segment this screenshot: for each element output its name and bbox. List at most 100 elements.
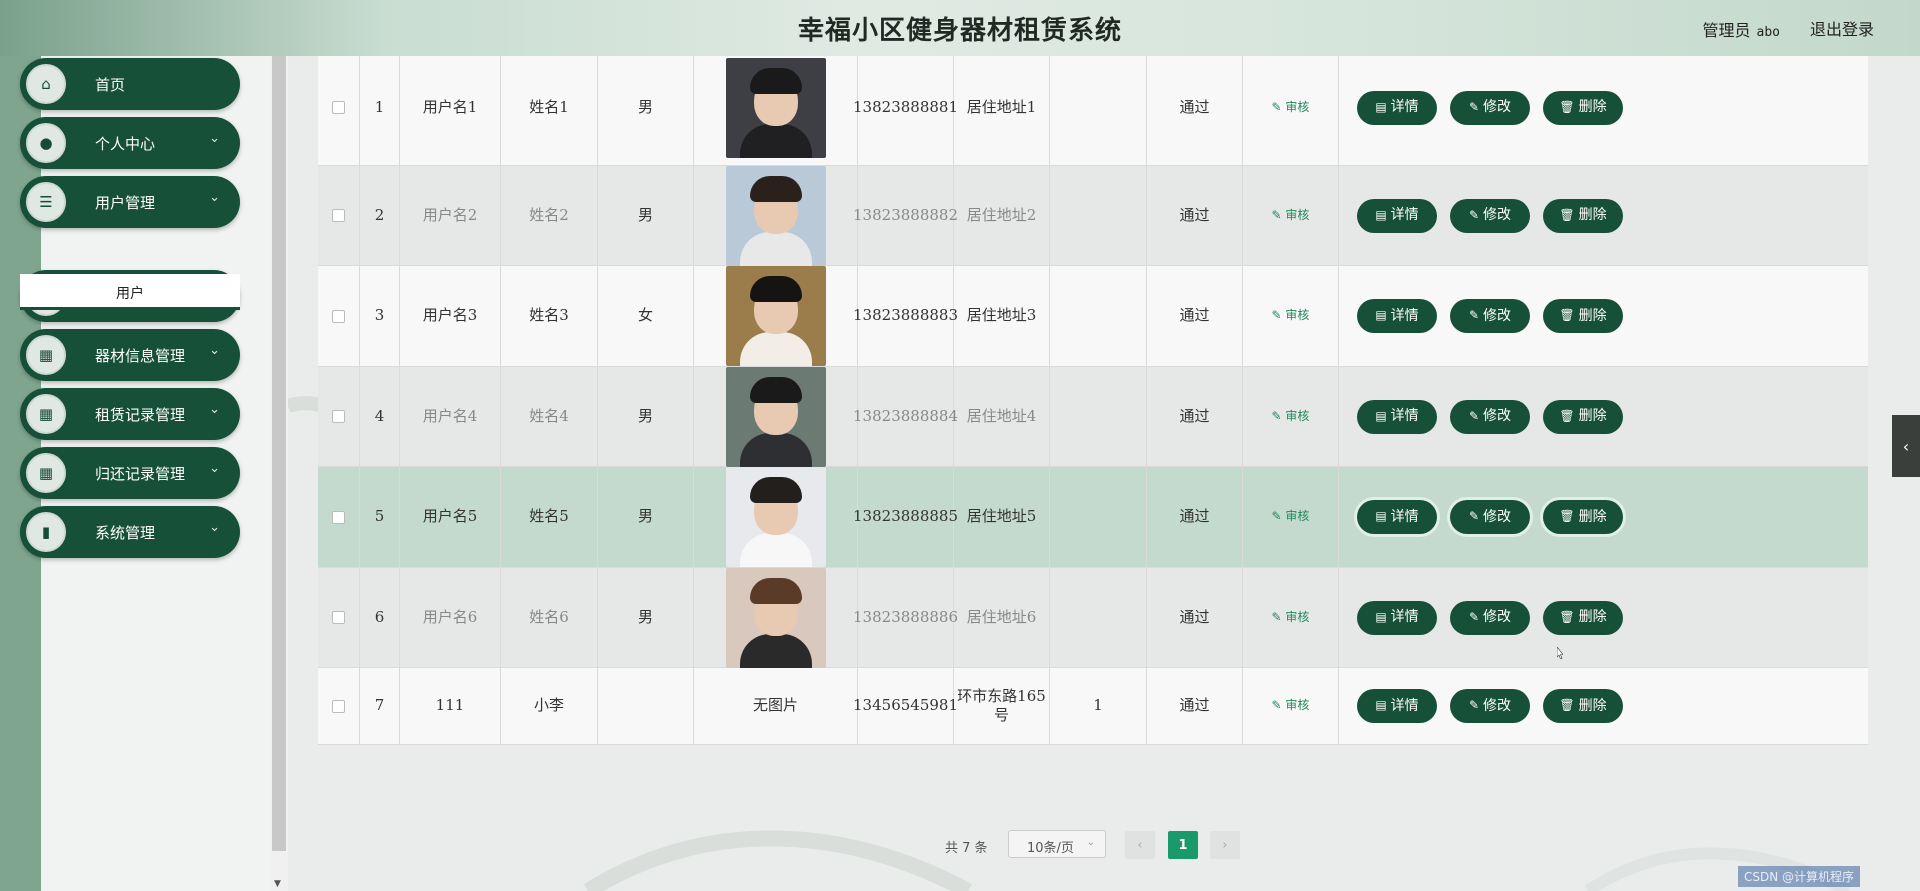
sidebar-item-7[interactable]: ▮ 系统管理 ⌄ xyxy=(20,506,240,558)
cell: 环市东路165号 xyxy=(954,668,1050,744)
sidebar-item-label: 个人中心 xyxy=(95,135,156,153)
document-icon: ▤ xyxy=(1375,308,1387,323)
cell: 111 xyxy=(400,668,501,744)
audit-link[interactable]: ✎ 审核 xyxy=(1272,100,1310,116)
edit-label: 修改 xyxy=(1483,508,1512,525)
prev-page-button[interactable]: ‹ xyxy=(1125,831,1155,859)
edit-button[interactable]: ✎ 修改 xyxy=(1450,399,1530,434)
cell-status: 通过 xyxy=(1179,406,1210,425)
scrollbar-thumb[interactable] xyxy=(272,56,286,851)
sidebar-item-6[interactable]: ▦ 归还记录管理 ⌄ xyxy=(20,447,240,499)
row-checkbox[interactable] xyxy=(332,101,345,114)
sidebar-item-4[interactable]: ▦ 器材信息管理 ⌄ xyxy=(20,329,240,381)
cell xyxy=(694,366,858,467)
detail-label: 详情 xyxy=(1390,408,1419,425)
detail-button[interactable]: ▤ 详情 xyxy=(1357,90,1437,125)
edit-button[interactable]: ✎ 修改 xyxy=(1450,90,1530,125)
table-row: 5 用户名5 姓名5 男 13823888885 居住地址5 通过 ✎ 审核 ▤ 详情 ✎ 修改 🗑 删除 xyxy=(318,467,1868,568)
page-size-select[interactable]: 10条/页 ⌄ xyxy=(1008,830,1106,858)
pagination-total: 共 7 条 xyxy=(945,841,988,856)
cell-gender: 女 xyxy=(637,306,653,325)
sidebar-item-label: 归还记录管理 xyxy=(95,465,186,483)
detail-button[interactable]: ▤ 详情 xyxy=(1357,399,1437,434)
edit-icon: ✎ xyxy=(1468,609,1480,624)
row-checkbox[interactable] xyxy=(332,410,345,423)
cell: 通过 xyxy=(1147,467,1243,567)
cell: 居住地址5 xyxy=(954,467,1050,567)
top-header: 幸福小区健身器材租赁系统 管理员 abo 退出登录 xyxy=(0,0,1920,56)
cell-status: 通过 xyxy=(1179,306,1210,325)
audit-link[interactable]: ✎ 审核 xyxy=(1272,698,1310,714)
cell xyxy=(318,467,360,567)
sidebar-item-2[interactable]: ☰ 用户管理 ⌄ xyxy=(20,176,240,228)
detail-label: 详情 xyxy=(1390,609,1419,626)
document-icon: ▤ xyxy=(1375,99,1387,114)
edit-button[interactable]: ✎ 修改 xyxy=(1450,500,1530,534)
admin-info: 管理员 abo xyxy=(1703,17,1781,41)
trash-icon: 🗑 xyxy=(1559,308,1575,323)
detail-button[interactable]: ▤ 详情 xyxy=(1357,299,1437,333)
edit-button[interactable]: ✎ 修改 xyxy=(1450,198,1530,233)
row-checkbox[interactable] xyxy=(332,209,345,222)
edit-icon: ✎ xyxy=(1468,408,1480,423)
cell: 男 xyxy=(598,166,694,265)
cell: ✎ 审核 xyxy=(1243,166,1339,265)
audit-link[interactable]: ✎ 审核 xyxy=(1272,308,1310,324)
detail-button[interactable]: ▤ 详情 xyxy=(1357,198,1437,233)
audit-link[interactable]: ✎ 审核 xyxy=(1272,509,1310,525)
row-checkbox[interactable] xyxy=(332,510,345,524)
cell-status: 通过 xyxy=(1179,607,1210,626)
cell-gender: 男 xyxy=(637,97,653,116)
delete-button[interactable]: 🗑 删除 xyxy=(1543,689,1623,723)
detail-button[interactable]: ▤ 详情 xyxy=(1357,500,1437,534)
submenu-item-user[interactable]: 用户 xyxy=(20,274,240,310)
table-row: 6 用户名6 姓名6 男 13823888886 居住地址6 通过 ✎ 审核 ▤ 详情 ✎ 修改 🗑 删除 xyxy=(318,567,1868,668)
scroll-down-arrow-icon[interactable]: ▼ xyxy=(274,879,281,889)
user-avatar xyxy=(725,567,826,668)
next-page-button[interactable]: › xyxy=(1210,831,1240,859)
audit-link[interactable]: ✎ 审核 xyxy=(1272,409,1310,425)
edit-button[interactable]: ✎ 修改 xyxy=(1450,689,1530,723)
sidebar-item-5[interactable]: ▦ 租赁记录管理 ⌄ xyxy=(20,388,240,440)
detail-button[interactable]: ▤ 详情 xyxy=(1357,600,1437,635)
audit-link[interactable]: ✎ 审核 xyxy=(1272,208,1310,224)
page-1-button[interactable]: 1 xyxy=(1168,831,1198,859)
delete-button[interactable]: 🗑 删除 xyxy=(1543,299,1623,333)
edit-button[interactable]: ✎ 修改 xyxy=(1450,299,1530,333)
sidebar-scrollbar[interactable]: ▼ xyxy=(270,56,288,891)
collapse-panel-button[interactable]: ‹ xyxy=(1892,415,1920,477)
row-checkbox[interactable] xyxy=(332,309,345,323)
cell: 姓名1 xyxy=(501,56,598,165)
trash-icon: 🗑 xyxy=(1559,509,1575,524)
logout-link[interactable]: 退出登录 xyxy=(1810,16,1874,40)
delete-button[interactable]: 🗑 删除 xyxy=(1543,399,1623,434)
row-checkbox[interactable] xyxy=(332,611,345,624)
audit-label: 审核 xyxy=(1285,308,1310,323)
cell xyxy=(318,166,360,265)
delete-button[interactable]: 🗑 删除 xyxy=(1543,500,1623,534)
edit-icon: ✎ xyxy=(1468,698,1480,713)
pagination: 共 7 条 10条/页 ⌄ ‹ 1 › xyxy=(288,829,1920,861)
sidebar-item-1[interactable]: ● 个人中心 ⌄ xyxy=(20,117,240,169)
edit-button[interactable]: ✎ 修改 xyxy=(1450,600,1530,635)
row-checkbox[interactable] xyxy=(332,699,345,713)
user-avatar xyxy=(725,165,826,266)
cell: ▤ 详情 ✎ 修改 🗑 删除 xyxy=(1339,467,1623,567)
cell: 居住地址3 xyxy=(954,266,1050,366)
edit-icon: ✎ xyxy=(1468,99,1480,114)
document-icon: ▤ xyxy=(1375,509,1387,524)
chevron-left-icon: ‹ xyxy=(1902,436,1910,456)
sidebar-item-0[interactable]: ⌂ 首页 xyxy=(20,58,240,110)
edit-label: 修改 xyxy=(1483,609,1512,626)
cell: 用户名6 xyxy=(400,568,501,667)
audit-link[interactable]: ✎ 审核 xyxy=(1272,610,1310,626)
chevron-down-icon: ⌄ xyxy=(209,520,220,535)
delete-button[interactable]: 🗑 删除 xyxy=(1543,600,1623,635)
delete-button[interactable]: 🗑 删除 xyxy=(1543,198,1623,233)
cell: 3 xyxy=(360,266,400,366)
delete-button[interactable]: 🗑 删除 xyxy=(1543,90,1623,125)
cell-username: 用户名4 xyxy=(422,406,478,425)
cell xyxy=(1050,56,1147,165)
detail-button[interactable]: ▤ 详情 xyxy=(1357,689,1437,723)
cell-username: 用户名6 xyxy=(422,607,478,626)
